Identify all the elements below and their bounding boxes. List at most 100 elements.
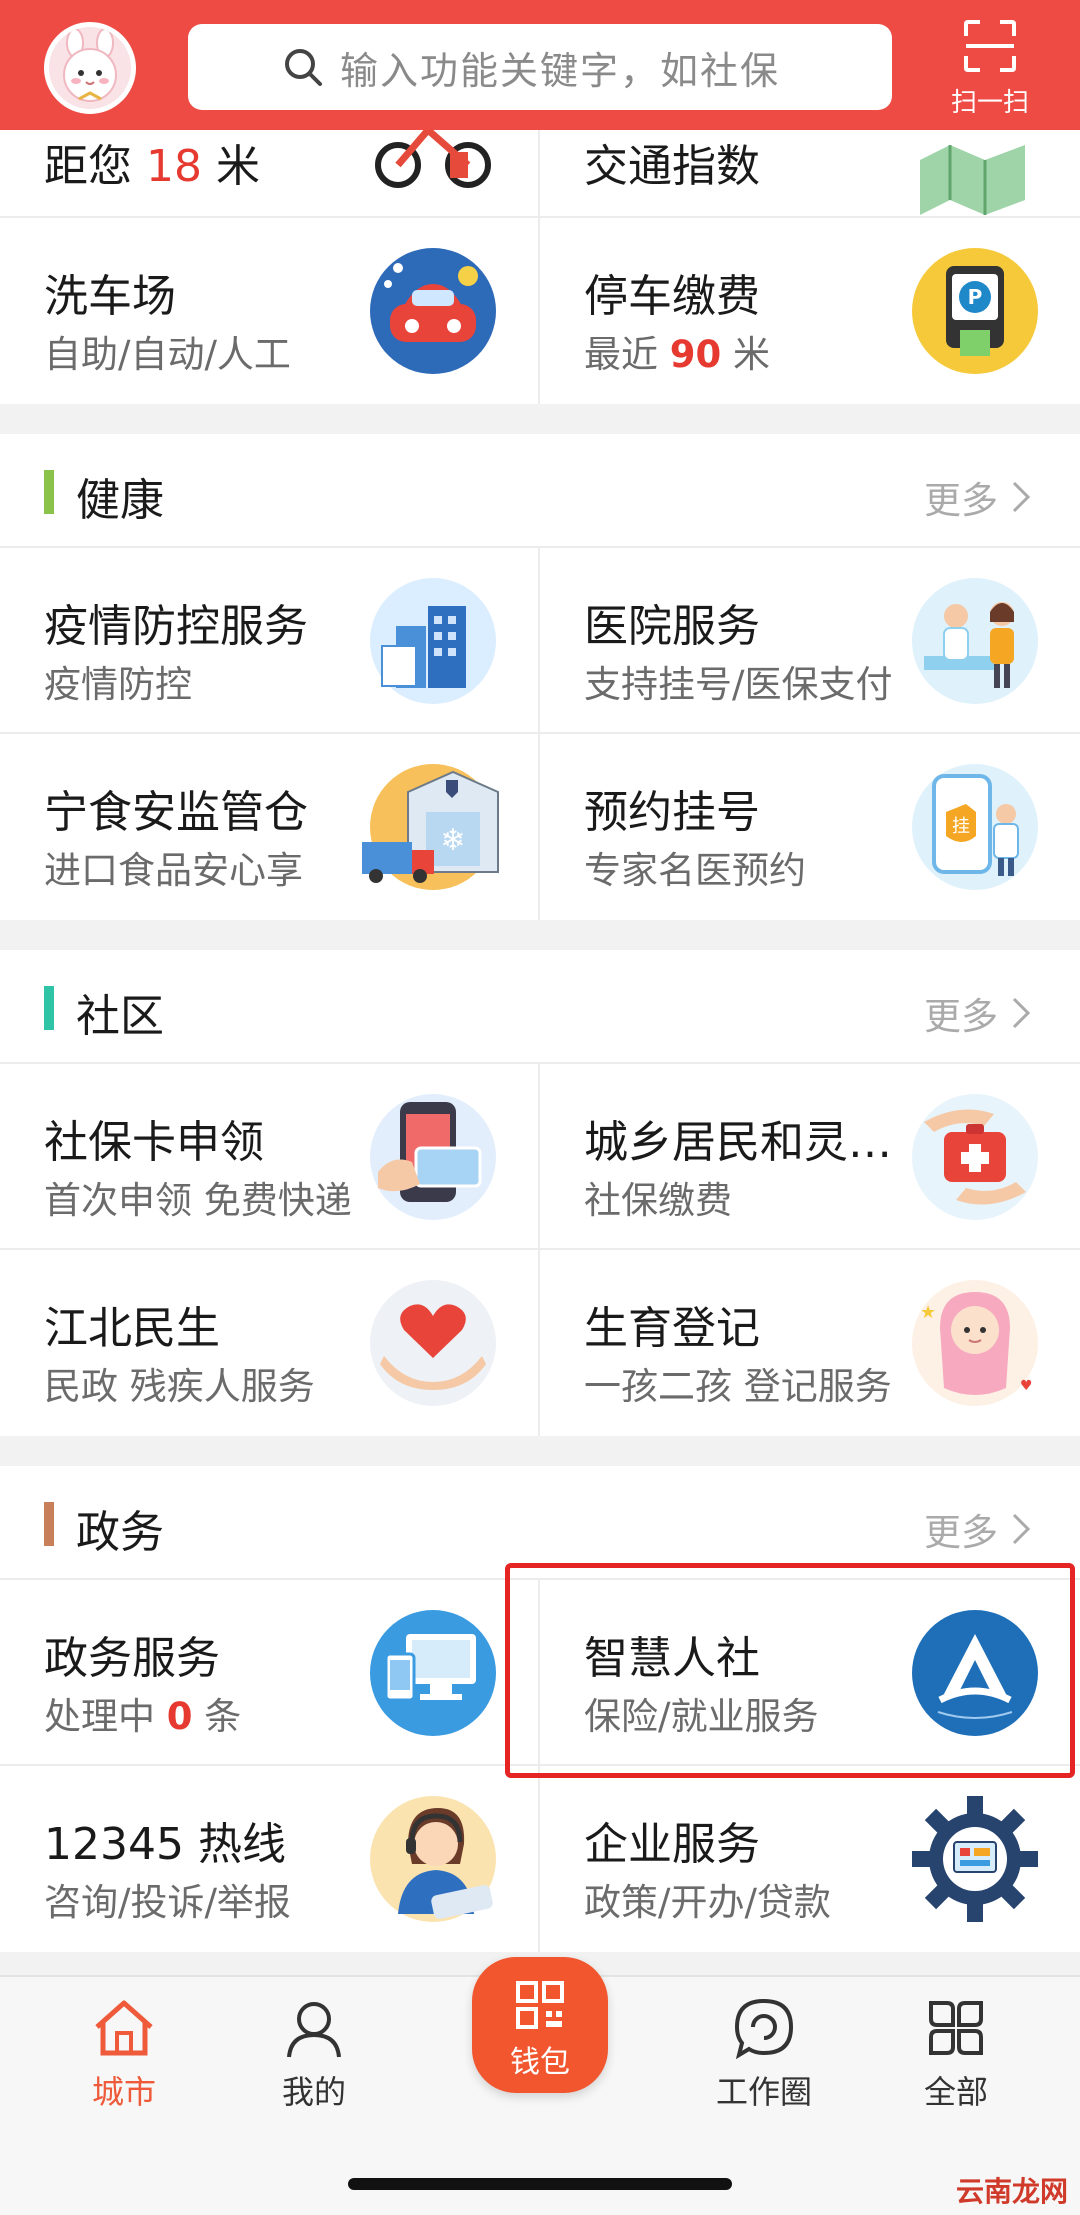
map-icon <box>920 145 1025 215</box>
wallet-button[interactable]: 钱包 <box>472 1957 608 2093</box>
tile-subtitle: 处理中 0 条 <box>44 1695 242 1738</box>
tile-title: 宁食安监管仓 <box>44 787 308 838</box>
chevron-right-icon <box>1012 1513 1030 1545</box>
svg-text:P: P <box>968 285 983 309</box>
avatar[interactable] <box>44 22 136 114</box>
home-indicator[interactable] <box>348 2178 732 2190</box>
tile-title: 生育登记 <box>584 1303 760 1354</box>
section-header-community: 社区 更多 <box>0 950 1080 1064</box>
cold-storage-icon: ❄ <box>362 764 499 890</box>
bunny-avatar-icon <box>63 28 117 102</box>
car-wash-icon <box>370 248 496 374</box>
top-header: 输入功能关键字，如社保 扫一扫 <box>0 0 1080 130</box>
qr-code-icon <box>516 1981 564 2029</box>
scan-button[interactable]: 扫一扫 <box>940 18 1040 118</box>
tile-title: 企业服务 <box>584 1819 760 1870</box>
enterprise-service-tile[interactable]: 企业服务 政策/开办/贷款 <box>540 1766 1080 1952</box>
food-safety-tile[interactable]: 宁食安监管仓 进口食品安心享 ❄ <box>0 734 540 920</box>
appointment-tile[interactable]: 预约挂号 专家名医预约 挂 <box>540 734 1080 920</box>
tab-city[interactable]: 城市 <box>54 1997 194 2113</box>
hospital-service-tile[interactable]: 医院服务 支持挂号/医保支付 <box>540 548 1080 734</box>
social-card-icon <box>370 1094 496 1220</box>
search-placeholder: 输入功能关键字，如社保 <box>340 48 781 93</box>
tab-all[interactable]: 全部 <box>886 1997 1026 2113</box>
tile-title: 政务服务 <box>44 1633 220 1684</box>
tab-label: 全部 <box>923 2073 988 2111</box>
tile-subtitle: 自助/自动/人工 <box>44 333 291 376</box>
doctor-patient-icon <box>912 578 1038 704</box>
tab-label: 城市 <box>91 2073 156 2111</box>
tile-subtitle: 首次申领 免费快递 <box>44 1179 352 1222</box>
svg-text:★: ★ <box>920 1302 936 1323</box>
home-icon <box>95 2000 153 2056</box>
tab-label: 我的 <box>281 2073 346 2111</box>
parking-icon: P <box>912 248 1038 374</box>
tile-subtitle: 咨询/投诉/举报 <box>44 1881 291 1924</box>
search-icon <box>285 49 322 86</box>
headset-agent-icon <box>370 1796 496 1922</box>
hotline-tile[interactable]: 12345 热线 咨询/投诉/举报 <box>0 1766 540 1952</box>
chevron-right-icon <box>1012 997 1030 1029</box>
tile-subtitle: 进口食品安心享 <box>44 849 303 892</box>
tile-title: 停车缴费 <box>584 271 760 322</box>
nearby-bike-tile[interactable]: 距您 18 米 <box>0 130 540 218</box>
tile-title: 江北民生 <box>44 1303 220 1354</box>
search-input[interactable]: 输入功能关键字，如社保 <box>188 24 892 110</box>
section-title: 社区 <box>76 991 164 1042</box>
car-wash-tile[interactable]: 洗车场 自助/自动/人工 <box>0 218 540 404</box>
section-title: 政务 <box>76 1507 164 1558</box>
tile-subtitle: 一孩二孩 登记服务 <box>584 1365 892 1408</box>
parking-payment-tile[interactable]: 停车缴费 最近 90 米 P <box>540 218 1080 404</box>
tab-label: 工作圈 <box>715 2073 812 2111</box>
tile-title: 疫情防控服务 <box>44 601 308 652</box>
svg-text:♥: ♥ <box>1020 1378 1033 1394</box>
chevron-right-icon <box>1012 481 1030 513</box>
svg-text:❄: ❄ <box>440 823 465 858</box>
watermark-text: 云南龙网 <box>955 2175 1068 2208</box>
highlight-annotation-box <box>505 1563 1075 1778</box>
tile-subtitle: 民政 残疾人服务 <box>44 1365 315 1408</box>
section-accent-bar <box>44 986 54 1030</box>
social-card-tile[interactable]: 社保卡申领 首次申领 免费快递 <box>0 1064 540 1250</box>
first-aid-icon <box>912 1094 1038 1220</box>
birth-registration-tile[interactable]: 生育登记 一孩二孩 登记服务 ★ ♥ <box>540 1250 1080 1436</box>
more-link[interactable]: 更多 <box>924 1502 1030 1556</box>
section-header-health: 健康 更多 <box>0 434 1080 548</box>
more-link[interactable]: 更多 <box>924 470 1030 524</box>
section-accent-bar <box>44 1502 54 1546</box>
section-accent-bar <box>44 470 54 514</box>
tab-work-circle[interactable]: 工作圈 <box>694 1997 834 2113</box>
baby-icon: ★ ♥ <box>912 1280 1038 1406</box>
tile-title: 医院服务 <box>584 601 760 652</box>
more-link[interactable]: 更多 <box>924 986 1030 1040</box>
tile-subtitle: 支持挂号/医保支付 <box>584 663 893 706</box>
wallet-label: 钱包 <box>510 2045 570 2080</box>
tab-mine[interactable]: 我的 <box>244 1997 384 2113</box>
tile-subtitle: 最近 90 米 <box>584 333 771 376</box>
jiangbei-livelihood-tile[interactable]: 江北民生 民政 残疾人服务 <box>0 1250 540 1436</box>
scan-icon <box>964 20 1016 72</box>
section-title: 健康 <box>76 475 164 526</box>
resident-insurance-tile[interactable]: 城乡居民和灵… 社保缴费 <box>540 1064 1080 1250</box>
chat-circle-icon <box>734 1998 794 2060</box>
tile-title: 洗车场 <box>44 271 176 322</box>
tile-title: 交通指数 <box>584 141 760 192</box>
scan-label: 扫一扫 <box>950 88 1029 118</box>
more-label: 更多 <box>924 1511 998 1554</box>
user-icon <box>287 2002 341 2058</box>
heart-hands-icon <box>370 1280 496 1406</box>
tile-subtitle: 社保缴费 <box>584 1179 732 1222</box>
grid-apps-icon <box>929 2001 983 2055</box>
epidemic-service-tile[interactable]: 疫情防控服务 疫情防控 <box>0 548 540 734</box>
city-building-icon <box>370 578 496 704</box>
more-label: 更多 <box>924 995 998 1038</box>
tile-subtitle: 疫情防控 <box>44 663 192 706</box>
tile-title: 12345 热线 <box>44 1819 286 1870</box>
tile-title: 社保卡申领 <box>44 1117 264 1168</box>
more-label: 更多 <box>924 479 998 522</box>
tile-subtitle: 政策/开办/贷款 <box>584 1881 831 1924</box>
government-service-tile[interactable]: 政务服务 处理中 0 条 <box>0 1580 540 1766</box>
bicycle-icon <box>375 130 491 188</box>
computer-icon <box>370 1610 496 1736</box>
traffic-index-tile[interactable]: 交通指数 <box>540 130 1080 218</box>
